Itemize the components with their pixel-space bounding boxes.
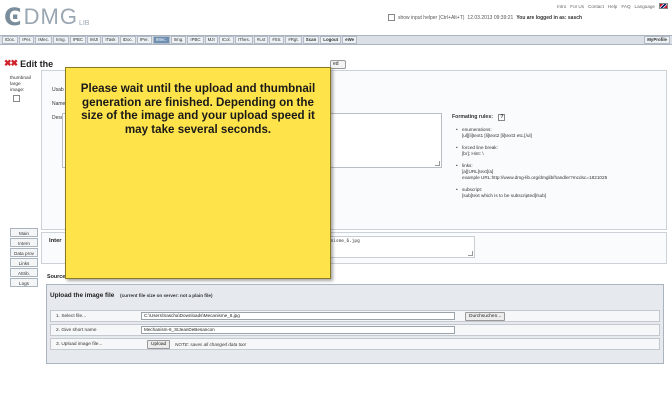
- upload-note: NOTE: saves all changed data too!: [175, 342, 247, 347]
- file-path-input[interactable]: C:\Users\Sascha\Downloads\Mecanisme_6.jp…: [141, 312, 455, 320]
- toplink-for-us[interactable]: For Us: [570, 4, 584, 9]
- upload-row-shortname: 2. Give short name Mechanism-6_StJeanDeB…: [50, 324, 660, 336]
- thumbnail-checkbox[interactable]: [13, 95, 20, 102]
- nav-item[interactable]: IPer.: [136, 36, 152, 44]
- tab-intern[interactable]: Intern: [10, 238, 38, 247]
- thumbnail-label: thumbnail large image:: [10, 76, 31, 94]
- nav-item[interactable]: MJI: [204, 36, 218, 44]
- toplink-help[interactable]: Help: [608, 4, 617, 9]
- upload-subtitle: (current file size on server: not a plai…: [120, 293, 213, 298]
- resize-handle-icon[interactable]: [435, 161, 440, 166]
- resize-handle-icon[interactable]: [468, 251, 473, 256]
- select-file-label: 1. Select file...: [56, 314, 87, 319]
- nav-item[interactable]: IPer.: [19, 36, 35, 44]
- input-helper-label: show input helper (Ctrl+Alt+T): [398, 14, 465, 21]
- top-links: Intro For Us Contact Help FAQ Language: [557, 3, 668, 9]
- tab-attrib[interactable]: Attrib.: [10, 268, 38, 277]
- nav-item[interactable]: IImg.: [53, 36, 69, 44]
- nav-scan[interactable]: Scan: [302, 36, 320, 44]
- formatting-title-text: Formating rules:: [452, 114, 493, 120]
- formatting-rules: Formating rules: ? enumerations: [ul][li…: [452, 114, 667, 205]
- tab-links[interactable]: Links: [10, 258, 38, 267]
- intern-value: anisme_6.jpg: [328, 239, 360, 244]
- logged-in-status: You are logged in as: sasch: [516, 14, 583, 21]
- tab-data-prov[interactable]: Data prov: [10, 248, 38, 257]
- upload-title: Upload the image file (current file size…: [50, 292, 212, 299]
- nav-logout[interactable]: Logout: [320, 36, 342, 44]
- side-tabs: Main Intern Data prov Links Attrib. Logs: [10, 228, 38, 288]
- nav-item[interactable]: ICol.: [218, 36, 234, 44]
- formatting-item: enumerations: [ul][li]text1 [li]text2 [l…: [456, 127, 667, 139]
- nav-item[interactable]: #Str.: [269, 36, 285, 44]
- source-label: Source: [47, 274, 66, 280]
- upload-title-text: Upload the image file: [50, 292, 115, 299]
- toplink-intro[interactable]: Intro: [557, 4, 566, 9]
- page-title: ✖✖ Edit the: [4, 58, 53, 69]
- nav-item[interactable]: ITask: [102, 36, 119, 44]
- page-title-text: Edit the: [20, 58, 54, 69]
- upload-row-select: 1. Select file... C:\Users\Sascha\Downlo…: [50, 310, 660, 322]
- logo-suffix: LIB: [78, 19, 90, 27]
- upload-row-upload: 3. Upload image file... Upload NOTE: sav…: [50, 338, 660, 350]
- toplink-language[interactable]: Language: [635, 4, 655, 9]
- nav-ewe[interactable]: eWe: [342, 36, 358, 44]
- browse-button[interactable]: Durchsuchen...: [465, 312, 506, 321]
- tab-main[interactable]: Main: [10, 228, 38, 237]
- upload-wait-dialog: Please wait until the upload and thumbna…: [65, 67, 331, 279]
- formatting-rules-title: Formating rules: ?: [452, 114, 667, 121]
- toplink-contact[interactable]: Contact: [588, 4, 604, 9]
- intern-label: Inter: [49, 238, 62, 244]
- formatting-list: enumerations: [ul][li]text1 [li]text2 [l…: [452, 127, 667, 199]
- upload-file-label: 3. Upload image file...: [56, 342, 103, 347]
- formatting-item-body: [sub]text which is to be subscripted[/su…: [462, 193, 547, 198]
- upload-wait-message: Please wait until the upload and thumbna…: [80, 82, 316, 136]
- nav-item[interactable]: IDoc.: [2, 36, 19, 44]
- nav-item[interactable]: IDoc.: [119, 36, 136, 44]
- formatting-item: forced line break: [br]; Hint: \: [456, 145, 667, 157]
- nav-item[interactable]: IImg.: [170, 36, 187, 44]
- formatting-item-body: [ul][li]text1 [li]text2 [li]text3 etc.[/…: [462, 133, 532, 138]
- main-nav-bar: IDoc. IPer. IMec. IImg. IPBC IMJI ITask …: [0, 35, 672, 45]
- formatting-item-extra: example URL:http://www.dmg-lib.org/dmgli…: [462, 175, 608, 180]
- nav-item[interactable]: IPBC: [187, 36, 204, 44]
- nav-item[interactable]: #Rgt.: [285, 36, 302, 44]
- usab-label: Usab: [52, 87, 64, 93]
- nav-item[interactable]: IMec.: [35, 36, 53, 44]
- thumbnail-label-line: image:: [10, 88, 25, 93]
- formatting-item: subscript: [sub]text which is to be subs…: [456, 187, 667, 199]
- help-icon[interactable]: ?: [498, 114, 506, 121]
- short-name-label: 2. Give short name: [56, 328, 97, 333]
- timestamp: 12.03.2013 09:39:21: [467, 14, 514, 21]
- nav-item[interactable]: IThes.: [234, 36, 253, 44]
- formatting-item: links: [a][URL]text[/a] example URL:http…: [456, 163, 667, 181]
- name-label: Name: [52, 101, 66, 107]
- formatting-item-body: [br]; Hint: \: [462, 151, 484, 156]
- logo-text: DMG: [23, 4, 78, 29]
- toplink-faq[interactable]: FAQ: [621, 4, 630, 9]
- input-helper-checkbox[interactable]: [388, 14, 395, 21]
- nav-item[interactable]: IMJI: [87, 36, 102, 44]
- info-line: show input helper (Ctrl+Alt+T) 12.03.201…: [388, 14, 582, 21]
- dmg-lib-logo[interactable]: Ͼ DMG LIB: [4, 4, 89, 30]
- tab-logs[interactable]: Logs: [10, 278, 38, 287]
- nav-item-active[interactable]: IMec.: [152, 36, 170, 44]
- short-name-input[interactable]: Mechanism-6_StJeanDeBesancon: [141, 326, 455, 334]
- nav-item[interactable]: IPBC: [69, 36, 87, 44]
- upload-button[interactable]: Upload: [147, 340, 171, 349]
- intern-textarea[interactable]: anisme_6.jpg: [325, 236, 475, 258]
- nav-item[interactable]: #Lst: [253, 36, 269, 44]
- nav-my-profile[interactable]: MyProfile: [644, 36, 670, 44]
- saved-button[interactable]: ed: [330, 60, 346, 69]
- uk-flag-icon[interactable]: [659, 3, 668, 9]
- logo-mark-icon: Ͼ: [4, 3, 22, 31]
- close-x-icon[interactable]: ✖✖: [4, 58, 18, 69]
